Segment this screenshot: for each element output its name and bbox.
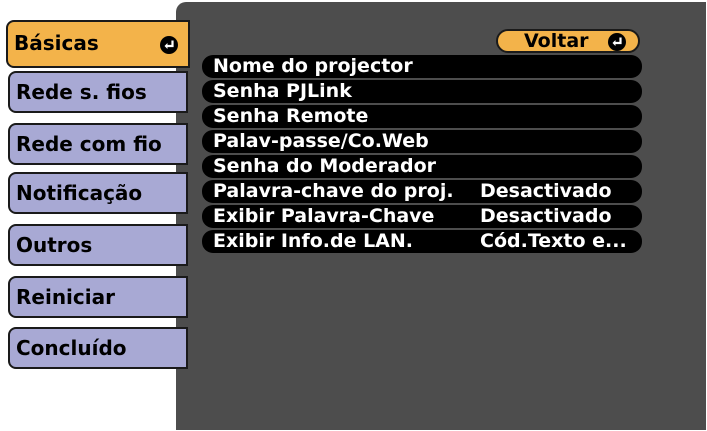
menu-item-value: Desactivado xyxy=(480,205,612,227)
tab-label: Concluído xyxy=(16,336,127,360)
tab-reiniciar[interactable]: Reiniciar xyxy=(8,276,188,318)
enter-icon xyxy=(160,36,178,54)
menu-item-value: Cód.Texto e... xyxy=(480,230,627,252)
tab-outros[interactable]: Outros xyxy=(8,224,188,266)
menu-item-palav-passe-co-web[interactable]: Palav-passe/Co.Web xyxy=(202,130,642,153)
tab-label: Notificação xyxy=(16,181,143,205)
menu-item-label: Senha Remote xyxy=(213,105,369,127)
menu-item-label: Senha do Moderador xyxy=(213,155,436,177)
tab-concluido[interactable]: Concluído xyxy=(8,327,188,369)
tab-label: Reiniciar xyxy=(16,285,115,309)
menu-item-label: Nome do projector xyxy=(213,55,413,77)
menu-item-label: Exibir Info.de LAN. xyxy=(213,230,414,252)
menu-item-label: Exibir Palavra-Chave xyxy=(213,205,435,227)
tab-label: Outros xyxy=(16,233,93,257)
menu-item-label: Palavra-chave do proj. xyxy=(213,180,454,202)
projector-settings-screen: Básicas Rede s. fios Rede com fio Notifi… xyxy=(0,0,707,431)
tab-label: Básicas xyxy=(14,31,99,55)
back-button-label: Voltar xyxy=(524,30,589,52)
menu-item-palavra-chave-do-proj[interactable]: Palavra-chave do proj. Desactivado xyxy=(202,180,642,203)
tab-basicas[interactable]: Básicas xyxy=(6,20,190,68)
back-button[interactable]: Voltar xyxy=(496,29,640,53)
tab-label: Rede com fio xyxy=(16,132,162,156)
tab-rede-com-fio[interactable]: Rede com fio xyxy=(8,123,188,165)
tab-notificacao[interactable]: Notificação xyxy=(8,172,188,214)
menu-item-senha-do-moderador[interactable]: Senha do Moderador xyxy=(202,155,642,178)
menu-item-nome-do-projector[interactable]: Nome do projector xyxy=(202,55,642,78)
tab-label: Rede s. fios xyxy=(16,80,147,104)
menu-item-exibir-palavra-chave[interactable]: Exibir Palavra-Chave Desactivado xyxy=(202,205,642,228)
menu-item-senha-pjlink[interactable]: Senha PJLink xyxy=(202,80,642,103)
menu-item-label: Senha PJLink xyxy=(213,80,352,102)
menu-item-exibir-info-de-lan[interactable]: Exibir Info.de LAN. Cód.Texto e... xyxy=(202,230,642,253)
menu-item-value: Desactivado xyxy=(480,180,612,202)
settings-list: Nome do projector Senha PJLink Senha Rem… xyxy=(202,55,642,255)
menu-item-label: Palav-passe/Co.Web xyxy=(213,130,429,152)
menu-item-senha-remote[interactable]: Senha Remote xyxy=(202,105,642,128)
enter-icon xyxy=(608,33,626,51)
tab-rede-sem-fios[interactable]: Rede s. fios xyxy=(8,71,188,113)
